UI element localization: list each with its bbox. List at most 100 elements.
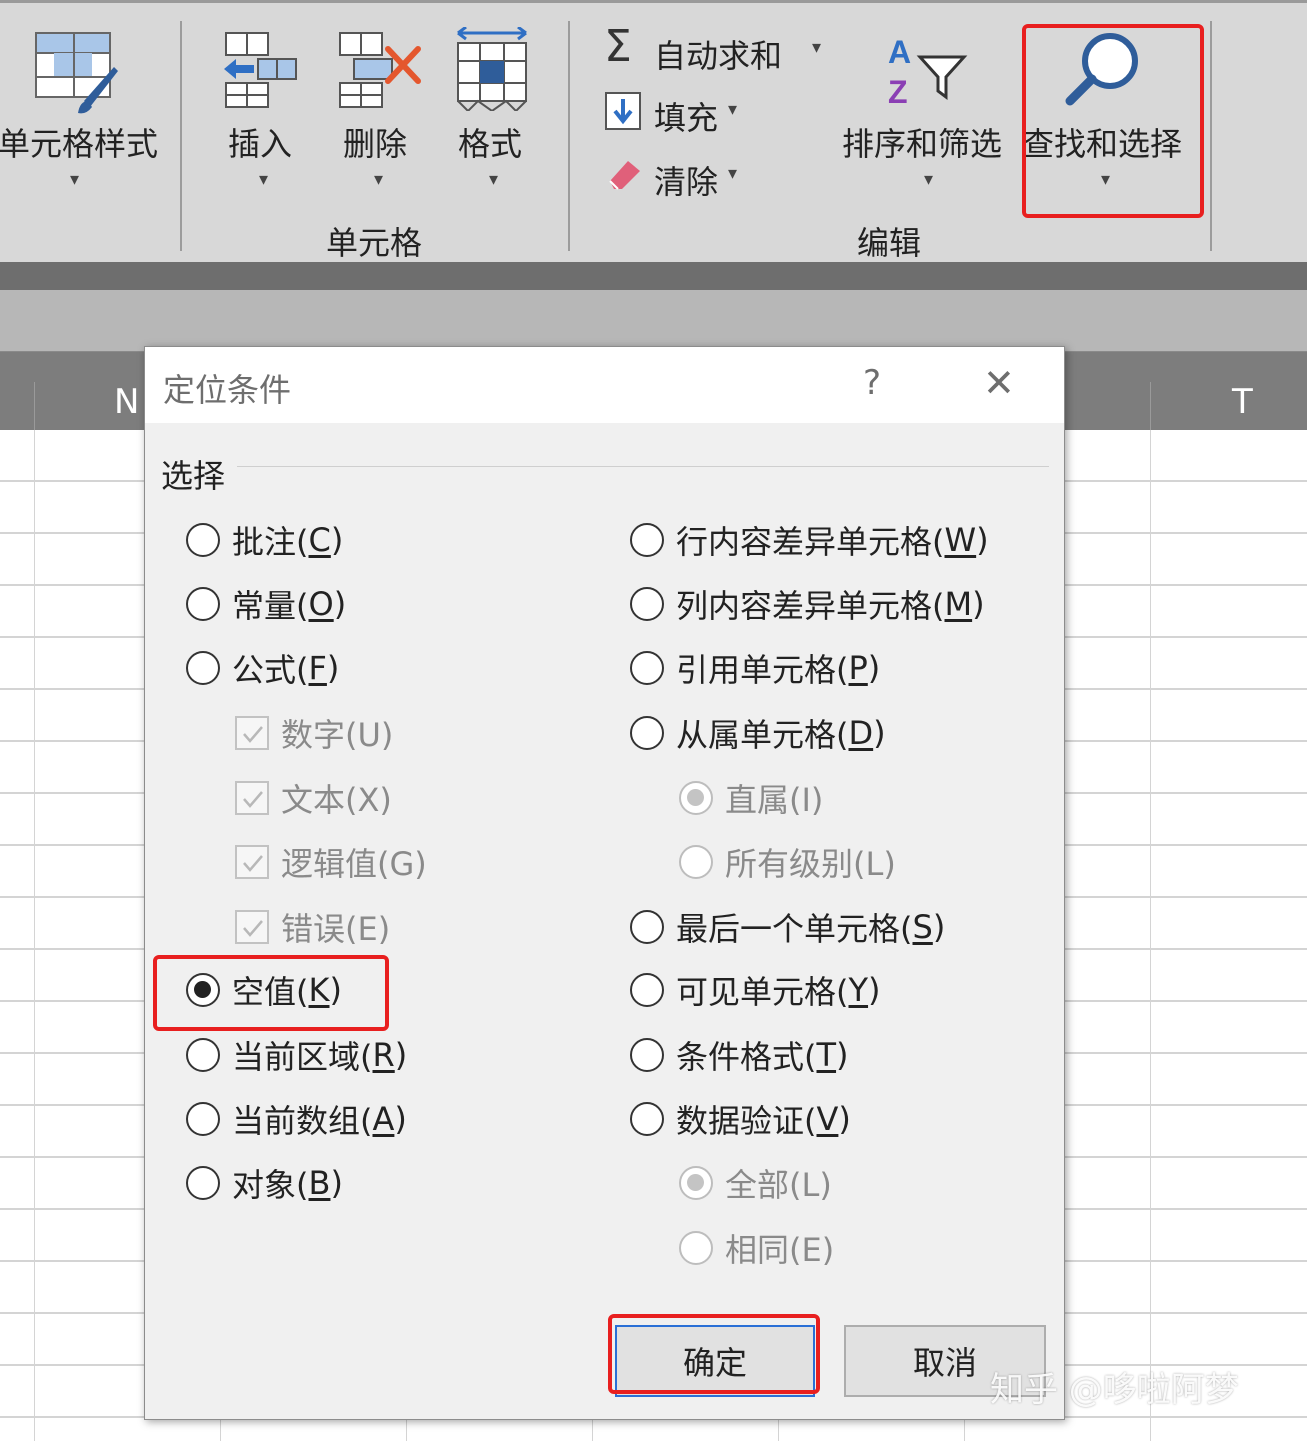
autosum-label[interactable]: 自动求和 bbox=[654, 31, 782, 77]
column-header-t[interactable]: T bbox=[1232, 382, 1253, 422]
find-select-dropdown-icon[interactable]: ▾ bbox=[1101, 169, 1110, 190]
option-label: 对象( bbox=[232, 1166, 309, 1204]
sigma-icon[interactable]: Σ bbox=[604, 25, 632, 69]
option-label: 空值( bbox=[232, 973, 309, 1011]
cell-styles-icon[interactable] bbox=[34, 31, 118, 119]
magnifier-icon[interactable] bbox=[1062, 31, 1144, 111]
option-conditional-formats[interactable]: 条件格式(T) bbox=[630, 1032, 849, 1078]
radio-button-selected[interactable] bbox=[186, 973, 220, 1007]
option-validation-all: 全部(L) bbox=[679, 1160, 832, 1206]
clear-label[interactable]: 清除 bbox=[654, 157, 718, 203]
option-constants[interactable]: 常量(O) bbox=[186, 581, 346, 627]
radio-button[interactable] bbox=[630, 716, 664, 750]
radio-button[interactable] bbox=[630, 1038, 664, 1072]
option-label-end: ) bbox=[330, 1164, 343, 1202]
checkbox bbox=[235, 845, 269, 879]
radio-button bbox=[679, 845, 713, 879]
fill-dropdown-icon[interactable]: ▾ bbox=[728, 99, 737, 120]
accelerator-key: Y bbox=[848, 971, 869, 1009]
accelerator-key: B bbox=[308, 1164, 331, 1202]
formula-bar bbox=[0, 290, 1307, 352]
option-label: 数据验证( bbox=[676, 1102, 817, 1140]
cell-styles-label[interactable]: 单元格样式 bbox=[0, 119, 158, 165]
format-cells-icon[interactable] bbox=[454, 25, 530, 115]
column-divider bbox=[34, 382, 35, 430]
clear-dropdown-icon[interactable]: ▾ bbox=[728, 163, 737, 184]
column-header-n[interactable]: N bbox=[114, 382, 139, 422]
accelerator-key: D bbox=[848, 714, 874, 752]
section-divider bbox=[237, 466, 1049, 467]
go-to-special-dialog: 定位条件 ? ✕ 选择 批注(C) 常量(O) 公式(F) 数字(U) 文本(X… bbox=[144, 346, 1065, 1420]
option-dependents[interactable]: 从属单元格(D) bbox=[630, 710, 886, 756]
option-formulas[interactable]: 公式(F) bbox=[186, 645, 339, 691]
radio-button[interactable] bbox=[630, 910, 664, 944]
radio-button[interactable] bbox=[186, 587, 220, 621]
option-label: 全部(L) bbox=[725, 1166, 832, 1204]
option-comments[interactable]: 批注(C) bbox=[186, 517, 343, 563]
delete-cells-icon[interactable] bbox=[338, 31, 424, 113]
radio-button[interactable] bbox=[630, 587, 664, 621]
option-label-end: ) bbox=[326, 649, 340, 687]
radio-button[interactable] bbox=[186, 523, 220, 557]
accelerator-key: W bbox=[944, 521, 977, 559]
option-blanks[interactable]: 空值(K) bbox=[186, 967, 342, 1013]
eraser-icon[interactable] bbox=[606, 157, 642, 195]
group-separator bbox=[1210, 21, 1212, 251]
insert-label[interactable]: 插入 bbox=[228, 119, 292, 165]
accelerator-key: M bbox=[944, 585, 973, 623]
format-label[interactable]: 格式 bbox=[458, 119, 522, 165]
help-icon[interactable]: ? bbox=[863, 363, 881, 403]
radio-button[interactable] bbox=[186, 1166, 220, 1200]
radio-button[interactable] bbox=[630, 973, 664, 1007]
find-select-label[interactable]: 查找和选择 bbox=[1022, 119, 1182, 165]
accelerator-key: C bbox=[308, 521, 331, 559]
option-objects[interactable]: 对象(B) bbox=[186, 1160, 343, 1206]
option-column-differences[interactable]: 列内容差异单元格(M) bbox=[630, 581, 985, 627]
option-last-cell[interactable]: 最后一个单元格(S) bbox=[630, 904, 945, 950]
option-data-validation[interactable]: 数据验证(V) bbox=[630, 1096, 851, 1142]
checkbox-label: 数字(U) bbox=[281, 716, 394, 754]
insert-dropdown-icon[interactable]: ▾ bbox=[259, 169, 268, 190]
option-precedents[interactable]: 引用单元格(P) bbox=[630, 645, 880, 691]
delete-label[interactable]: 删除 bbox=[343, 119, 407, 165]
sort-filter-dropdown-icon[interactable]: ▾ bbox=[924, 169, 933, 190]
sort-filter-label[interactable]: 排序和筛选 bbox=[842, 119, 1002, 165]
option-label: 所有级别(L) bbox=[725, 845, 896, 883]
radio-button[interactable] bbox=[630, 523, 664, 557]
checkbox-numbers: 数字(U) bbox=[235, 710, 393, 756]
fill-label[interactable]: 填充 bbox=[654, 93, 718, 139]
radio-button[interactable] bbox=[186, 1102, 220, 1136]
option-label: 批注( bbox=[232, 523, 309, 561]
radio-button[interactable] bbox=[186, 1038, 220, 1072]
ok-button[interactable]: 确定 bbox=[615, 1325, 815, 1397]
ribbon-bottom-border bbox=[0, 262, 1307, 290]
option-label: 直属(I) bbox=[725, 781, 824, 819]
option-label: 最后一个单元格( bbox=[676, 910, 913, 948]
fill-down-icon[interactable] bbox=[604, 91, 642, 135]
column-divider bbox=[1150, 382, 1151, 430]
insert-cells-icon[interactable] bbox=[222, 31, 300, 113]
close-icon[interactable]: ✕ bbox=[983, 361, 1015, 405]
radio-button[interactable] bbox=[630, 1102, 664, 1136]
option-label-end: ) bbox=[868, 971, 881, 1009]
option-current-array[interactable]: 当前数组(A) bbox=[186, 1096, 407, 1142]
dialog-titlebar[interactable]: 定位条件 ? ✕ bbox=[145, 347, 1064, 423]
accelerator-key: S bbox=[912, 908, 933, 946]
option-label: 当前区域( bbox=[232, 1038, 373, 1076]
option-label-end: ) bbox=[976, 521, 989, 559]
option-visible-cells[interactable]: 可见单元格(Y) bbox=[630, 967, 881, 1013]
sort-filter-icon[interactable]: A Z bbox=[886, 33, 968, 113]
radio-button bbox=[679, 1231, 713, 1265]
cell-styles-dropdown-icon[interactable]: ▾ bbox=[70, 169, 79, 190]
option-label: 公式( bbox=[232, 651, 309, 689]
radio-button[interactable] bbox=[630, 651, 664, 685]
format-dropdown-icon[interactable]: ▾ bbox=[489, 169, 498, 190]
option-current-region[interactable]: 当前区域(R) bbox=[186, 1032, 407, 1078]
autosum-dropdown-icon[interactable]: ▾ bbox=[812, 37, 821, 58]
checkbox-label: 逻辑值(G) bbox=[281, 845, 427, 883]
group-separator bbox=[568, 21, 570, 251]
delete-dropdown-icon[interactable]: ▾ bbox=[374, 169, 383, 190]
checkbox-label: 文本(X) bbox=[281, 781, 392, 819]
radio-button[interactable] bbox=[186, 651, 220, 685]
option-row-differences[interactable]: 行内容差异单元格(W) bbox=[630, 517, 989, 563]
